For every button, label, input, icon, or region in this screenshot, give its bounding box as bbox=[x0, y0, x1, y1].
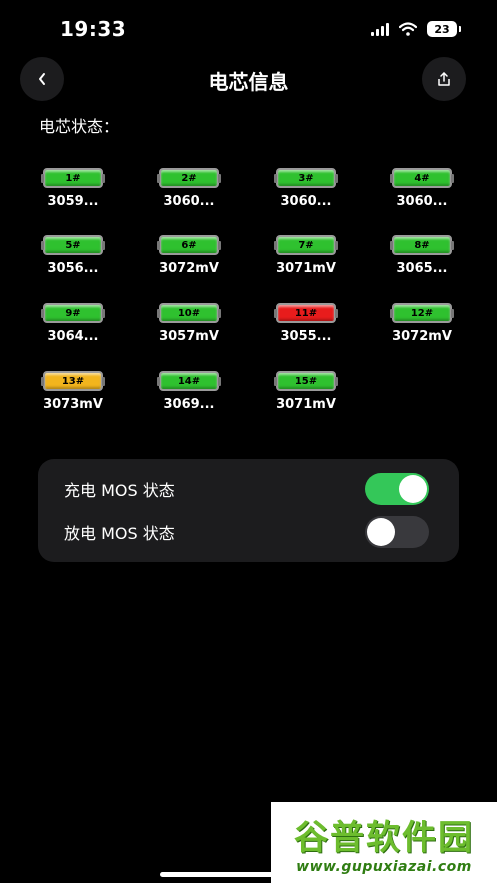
cell-voltage: 3064... bbox=[47, 329, 99, 344]
cell-battery-icon: 15# bbox=[274, 371, 338, 391]
discharge-mos-toggle[interactable] bbox=[365, 516, 429, 548]
cell-battery-icon: 8# bbox=[390, 235, 454, 255]
cell-voltage: 3060... bbox=[163, 194, 215, 209]
watermark-url: www.gupuxiazai.com bbox=[296, 859, 472, 875]
cell-voltage: 3056... bbox=[47, 261, 99, 276]
cell-battery-icon: 4# bbox=[390, 168, 454, 188]
cell-battery-icon: 1# bbox=[41, 168, 105, 188]
cell-voltage: 3072mV bbox=[392, 329, 452, 344]
watermark: 谷普软件园 www.gupuxiazai.com bbox=[271, 802, 497, 883]
cell-item: 6# 3072mV bbox=[149, 235, 229, 276]
cell-voltage: 3071mV bbox=[276, 397, 336, 412]
status-time: 19:33 bbox=[60, 17, 127, 41]
cell-battery-icon: 6# bbox=[157, 235, 221, 255]
cell-voltage: 3069... bbox=[163, 397, 215, 412]
cell-item: 15# 3071mV bbox=[266, 371, 346, 412]
home-indicator bbox=[160, 872, 300, 877]
cell-battery-icon: 14# bbox=[157, 371, 221, 391]
cell-battery-icon: 7# bbox=[274, 235, 338, 255]
cell-battery-icon: 13# bbox=[41, 371, 105, 391]
toggle-knob bbox=[399, 475, 427, 503]
cell-voltage: 3057mV bbox=[159, 329, 219, 344]
cell-voltage: 3060... bbox=[280, 194, 332, 209]
mos-panel: 充电 MOS 状态 放电 MOS 状态 bbox=[38, 459, 459, 562]
cell-item: 14# 3069... bbox=[149, 371, 229, 412]
toggle-knob bbox=[367, 518, 395, 546]
signal-icon bbox=[371, 22, 389, 36]
share-icon bbox=[438, 72, 450, 86]
cell-voltage: 3065... bbox=[396, 261, 448, 276]
cell-battery-icon: 2# bbox=[157, 168, 221, 188]
cell-voltage: 3071mV bbox=[276, 261, 336, 276]
cell-item: 12# 3072mV bbox=[382, 303, 462, 344]
cell-battery-icon: 3# bbox=[274, 168, 338, 188]
cell-item: 2# 3060... bbox=[149, 168, 229, 209]
cell-item: 5# 3056... bbox=[33, 235, 113, 276]
discharge-mos-row: 放电 MOS 状态 bbox=[64, 512, 429, 552]
cell-item: 1# 3059... bbox=[33, 168, 113, 209]
cell-battery-icon: 11# bbox=[274, 303, 338, 323]
status-bar: 19:33 23 bbox=[0, 0, 497, 60]
cell-voltage: 3060... bbox=[396, 194, 448, 209]
wifi-icon bbox=[399, 22, 417, 36]
cell-item: 8# 3065... bbox=[382, 235, 462, 276]
section-label: 电芯状态： bbox=[39, 117, 120, 136]
share-button[interactable] bbox=[422, 57, 466, 101]
cell-item: 13# 3073mV bbox=[33, 371, 113, 412]
cell-voltage: 3073mV bbox=[43, 397, 103, 412]
cell-battery-icon: 5# bbox=[41, 235, 105, 255]
cell-item: 7# 3071mV bbox=[266, 235, 346, 276]
cell-voltage: 3059... bbox=[47, 194, 99, 209]
charge-mos-toggle[interactable] bbox=[365, 473, 429, 505]
status-icons: 23 bbox=[371, 21, 461, 37]
discharge-mos-label: 放电 MOS 状态 bbox=[64, 524, 175, 543]
cell-item: 11# 3055... bbox=[266, 303, 346, 344]
cell-item: 10# 3057mV bbox=[149, 303, 229, 344]
cell-battery-icon: 9# bbox=[41, 303, 105, 323]
battery-status-icon: 23 bbox=[427, 21, 461, 37]
cell-item: 4# 3060... bbox=[382, 168, 462, 209]
cell-battery-icon: 10# bbox=[157, 303, 221, 323]
watermark-title: 谷普软件园 bbox=[294, 818, 474, 858]
cell-item: 3# 3060... bbox=[266, 168, 346, 209]
charge-mos-row: 充电 MOS 状态 bbox=[64, 469, 429, 509]
cell-item: 9# 3064... bbox=[33, 303, 113, 344]
cell-voltage: 3072mV bbox=[159, 261, 219, 276]
cell-voltage: 3055... bbox=[280, 329, 332, 344]
charge-mos-label: 充电 MOS 状态 bbox=[64, 481, 175, 500]
cell-battery-icon: 12# bbox=[390, 303, 454, 323]
